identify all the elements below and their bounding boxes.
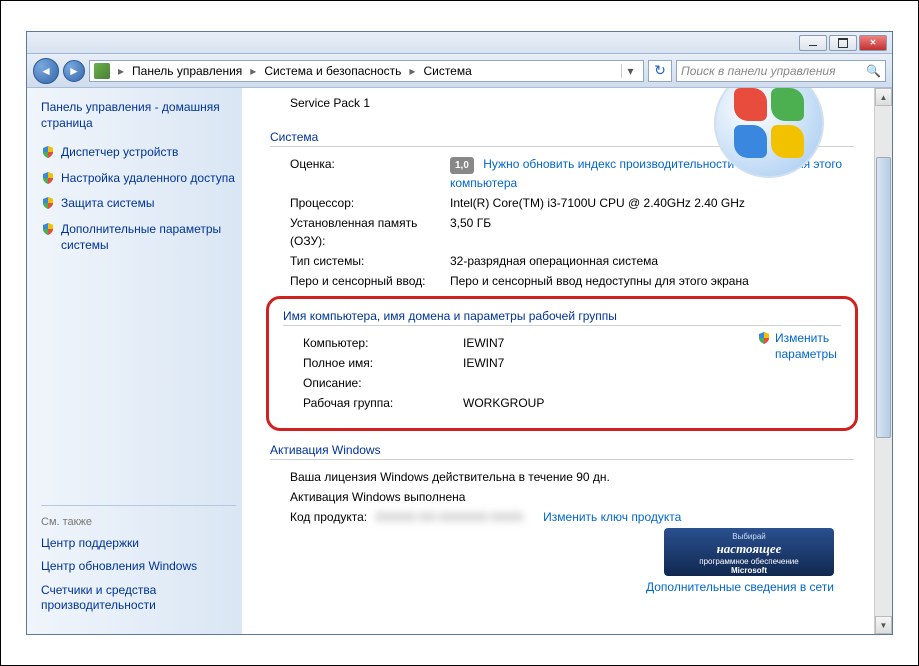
search-icon: 🔍 [866, 64, 881, 78]
product-key-label: Код продукта: [290, 508, 367, 526]
more-info-online-link[interactable]: Дополнительные сведения в сети [646, 580, 834, 594]
see-also-header: См. также [41, 516, 236, 528]
system-type-row: Тип системы: 32-разрядная операционная с… [290, 252, 854, 270]
scroll-down-button[interactable]: ▼ [875, 616, 892, 634]
minimize-button[interactable] [799, 35, 827, 51]
sidebar-link-advanced-settings[interactable]: Дополнительные параметры системы [41, 222, 236, 253]
refresh-button[interactable]: ↻ [648, 60, 672, 82]
change-settings-link[interactable]: Изменить параметры [757, 331, 837, 362]
shield-icon [41, 145, 55, 159]
pen-touch-value: Перо и сенсорный ввод недоступны для это… [450, 272, 854, 290]
scroll-thumb[interactable] [876, 157, 891, 438]
forward-button[interactable]: ► [63, 60, 85, 82]
shield-icon [41, 171, 55, 185]
workgroup-label: Рабочая группа: [303, 394, 463, 412]
workgroup-row: Рабочая группа: WORKGROUP [303, 394, 841, 412]
activation-status: Активация Windows выполнена [290, 488, 854, 506]
control-panel-window: ◄ ► ▸ Панель управления ▸ Система и безо… [26, 31, 893, 635]
breadcrumb-sep: ▸ [250, 64, 256, 78]
see-also-windows-update[interactable]: Центр обновления Windows [41, 559, 236, 575]
search-placeholder: Поиск в панели управления [681, 64, 836, 78]
sidebar: Панель управления - домашняя страница Ди… [27, 88, 242, 634]
activation-status-row: Активация Windows выполнена [290, 488, 854, 506]
rating-label: Оценка: [290, 155, 450, 192]
computer-name-section-highlight: Имя компьютера, имя домена и параметры р… [266, 296, 858, 431]
license-row: Ваша лицензия Windows действительна в те… [290, 468, 854, 486]
close-button[interactable] [859, 35, 887, 51]
processor-value: Intel(R) Core(TM) i3-7100U CPU @ 2.40GHz… [450, 194, 854, 212]
sidebar-link-remote-settings[interactable]: Настройка удаленного доступа [41, 171, 236, 187]
breadcrumb-sep: ▸ [409, 64, 415, 78]
sidebar-see-also: См. также Центр поддержки Центр обновлен… [41, 495, 236, 622]
license-text: Ваша лицензия Windows действительна в те… [290, 468, 854, 486]
vertical-scrollbar[interactable]: ▲ ▼ [874, 88, 892, 634]
sidebar-home-link[interactable]: Панель управления - домашняя страница [41, 100, 236, 131]
address-bar[interactable]: ▸ Панель управления ▸ Система и безопасн… [89, 60, 644, 82]
main-content: Service Pack 1 Система Оценка: 1,0 Нужно… [242, 88, 874, 634]
pen-touch-row: Перо и сенсорный ввод: Перо и сенсорный … [290, 272, 854, 290]
shield-icon [41, 222, 55, 236]
ram-value: 3,50 ГБ [450, 214, 854, 250]
description-label: Описание: [303, 374, 463, 392]
scroll-up-button[interactable]: ▲ [875, 88, 892, 106]
windows-logo [714, 88, 834, 188]
activation-header: Активация Windows [270, 443, 854, 460]
product-key-blurred: XXXXX-XX-XXXXXX-XXXX [375, 508, 523, 526]
titlebar [27, 32, 892, 54]
shield-icon [757, 331, 771, 345]
breadcrumb-root[interactable]: Панель управления [132, 64, 242, 78]
breadcrumb-level1[interactable]: Система и безопасность [264, 64, 401, 78]
breadcrumb-sep: ▸ [118, 64, 124, 78]
scroll-track[interactable] [875, 106, 892, 616]
see-also-performance[interactable]: Счетчики и средства производительности [41, 583, 236, 614]
workgroup-value: WORKGROUP [463, 394, 841, 412]
shield-icon [41, 196, 55, 210]
computer-label: Компьютер: [303, 334, 463, 352]
breadcrumb-level2[interactable]: Система [423, 64, 471, 78]
description-value [463, 374, 841, 392]
control-panel-icon [94, 63, 110, 79]
search-input[interactable]: Поиск в панели управления 🔍 [676, 60, 886, 82]
ram-label: Установленная память (ОЗУ): [290, 214, 450, 250]
processor-label: Процессор: [290, 194, 450, 212]
description-row: Описание: [303, 374, 841, 392]
pen-touch-label: Перо и сенсорный ввод: [290, 272, 450, 290]
sidebar-link-system-protection[interactable]: Защита системы [41, 196, 236, 212]
ram-row: Установленная память (ОЗУ): 3,50 ГБ [290, 214, 854, 250]
processor-row: Процессор: Intel(R) Core(TM) i3-7100U CP… [290, 194, 854, 212]
back-button[interactable]: ◄ [33, 58, 59, 84]
maximize-button[interactable] [829, 35, 857, 51]
change-key-link[interactable]: Изменить ключ продукта [543, 508, 681, 526]
rating-badge: 1,0 [450, 157, 474, 174]
see-also-action-center[interactable]: Центр поддержки [41, 536, 236, 552]
product-key-row: Код продукта: XXXXX-XX-XXXXXX-XXXX Измен… [290, 508, 854, 526]
genuine-software-banner[interactable]: Выбирай настоящее программное обеспечени… [664, 528, 834, 576]
system-type-label: Тип системы: [290, 252, 450, 270]
fullname-label: Полное имя: [303, 354, 463, 372]
navigation-bar: ◄ ► ▸ Панель управления ▸ Система и безо… [27, 54, 892, 88]
window-frame: ◄ ► ▸ Панель управления ▸ Система и безо… [0, 0, 919, 666]
computer-name-header: Имя компьютера, имя домена и параметры р… [283, 309, 841, 326]
system-type-value: 32-разрядная операционная система [450, 252, 854, 270]
sidebar-link-device-manager[interactable]: Диспетчер устройств [41, 145, 236, 161]
address-dropdown[interactable]: ▾ [621, 64, 639, 78]
